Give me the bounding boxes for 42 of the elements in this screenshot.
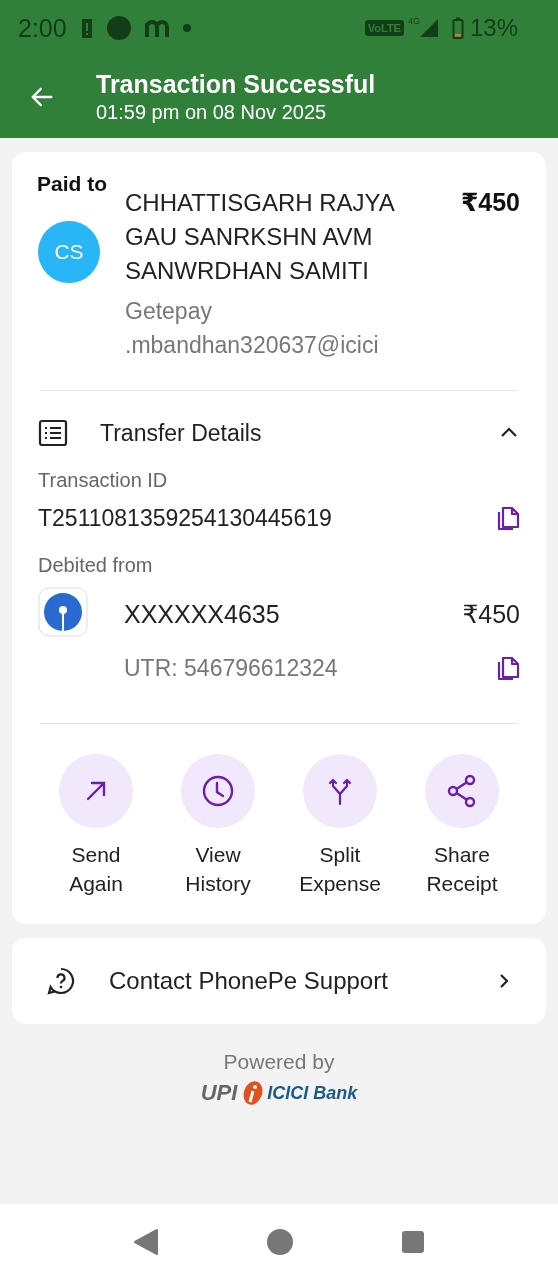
- bank-logo: ICICI Bank: [267, 1082, 358, 1104]
- dot-icon: [182, 24, 191, 32]
- action-label: View History: [184, 842, 252, 897]
- powered-by-label: Powered by: [223, 1050, 335, 1074]
- battery-alert-icon: [80, 17, 93, 39]
- recents-nav-icon[interactable]: [400, 1230, 425, 1254]
- back-nav-icon[interactable]: [133, 1228, 160, 1256]
- action-label: Share Receipt: [425, 842, 499, 897]
- m-logo-icon: [144, 19, 169, 37]
- support-link[interactable]: Contact PhonePe Support: [12, 938, 546, 1024]
- transfer-details-toggle[interactable]: Transfer Details: [38, 419, 520, 447]
- payee-avatar: CS: [38, 221, 100, 283]
- transaction-id-label: Transaction ID: [38, 469, 169, 492]
- debited-from-label: Debited from: [38, 554, 154, 577]
- circle-icon: [106, 16, 131, 40]
- upi-logo: UPI: [200, 1080, 238, 1106]
- clock-icon: [201, 774, 235, 808]
- payee-upi-id: Getepay .mbandhan320637@icici: [125, 297, 380, 360]
- utr-number: UTR: 546796612324: [124, 654, 338, 682]
- debited-amount: ₹450: [462, 599, 520, 629]
- battery-percent: 13%: [469, 14, 518, 42]
- bank-logo-icon: [38, 587, 88, 637]
- paid-amount: ₹450: [460, 187, 520, 218]
- action-label: Send Again: [68, 842, 124, 897]
- list-icon: [38, 419, 68, 447]
- account-number: XXXXXX4635: [124, 599, 280, 629]
- signal-icon: [419, 19, 438, 37]
- transaction-id: T2511081359254130445619: [38, 504, 332, 532]
- bank-emblem-icon: [241, 1080, 264, 1106]
- network-type: 4G: [407, 16, 420, 26]
- page-title: Transaction Successful: [96, 70, 376, 99]
- status-time: 2:00: [18, 13, 67, 43]
- share-icon: [446, 774, 478, 808]
- battery-icon: [451, 17, 464, 39]
- payee-name: CHHATTISGARH RAJYA GAU SANRKSHN AVM SANWRDHAN SAMITI: [125, 188, 395, 286]
- home-nav-icon[interactable]: [266, 1228, 294, 1256]
- split-arrows-icon: [327, 776, 353, 806]
- action-label: Split Expense: [298, 842, 382, 897]
- paid-to-label: Paid to: [37, 172, 108, 196]
- help-icon: [46, 966, 76, 996]
- transaction-time: 01:59 pm on 08 Nov 2025: [96, 101, 328, 124]
- volte-badge: VoLTE: [364, 20, 404, 36]
